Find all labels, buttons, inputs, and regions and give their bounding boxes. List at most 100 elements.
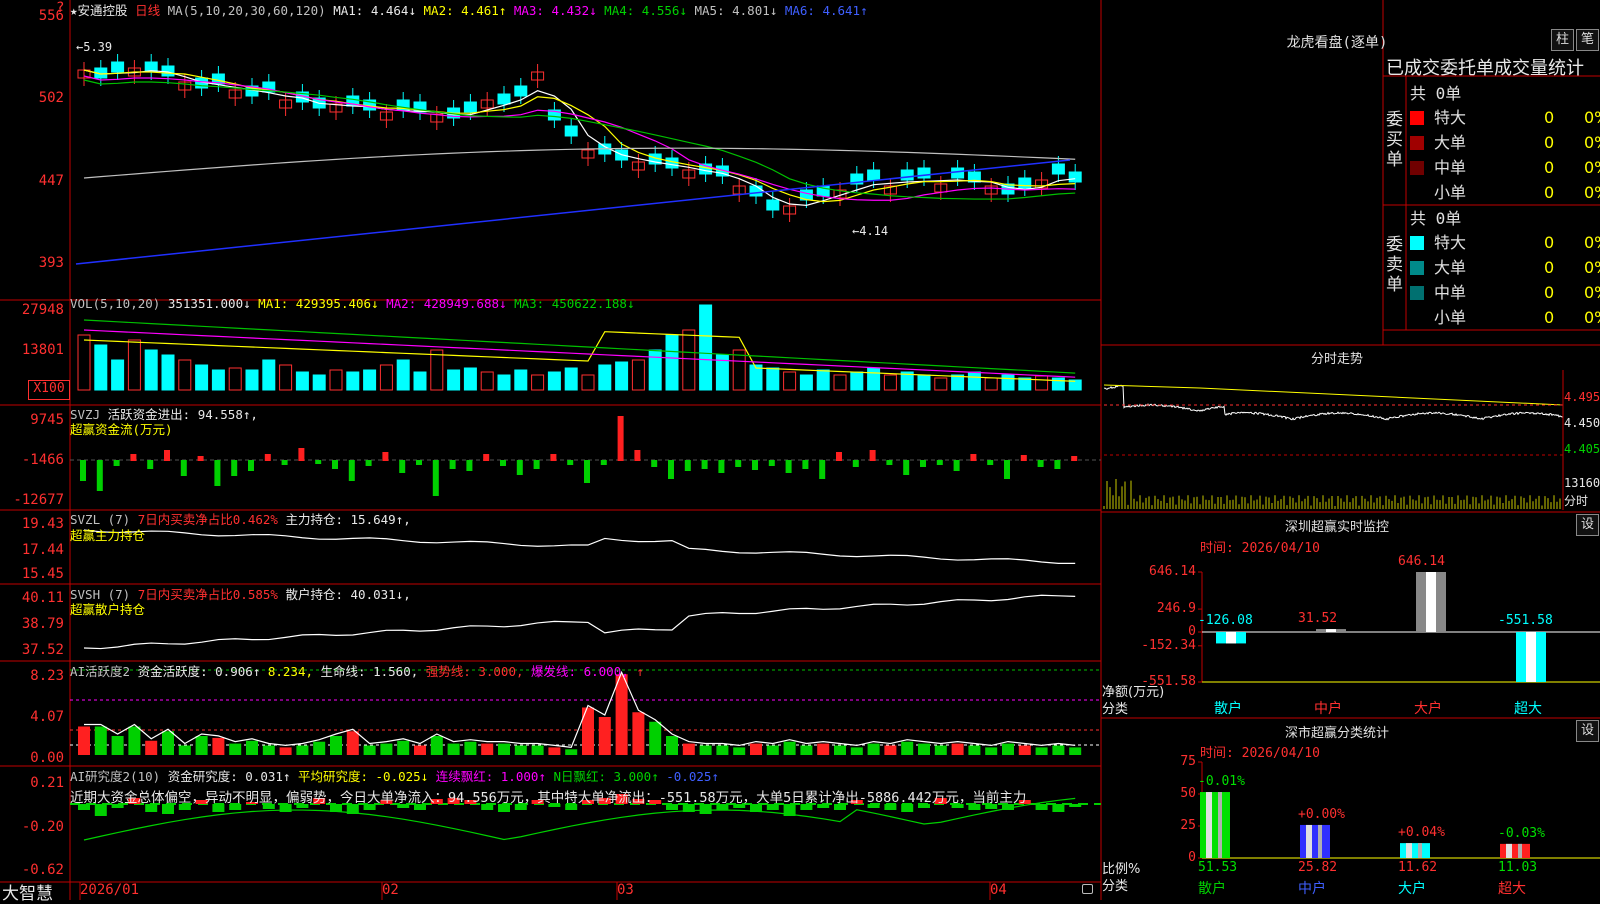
lhb-tabs[interactable]: 已成交委托单成交量统计 <box>1386 54 1584 80</box>
volume-bar <box>834 375 846 390</box>
money-flow-bar <box>248 460 254 471</box>
volume-bar <box>935 378 947 390</box>
money-flow-bar <box>500 460 506 466</box>
activity-bar <box>78 727 90 756</box>
volume-bar <box>313 375 325 390</box>
stats-xlabel: 分类 <box>1102 875 1128 894</box>
activity-bar <box>784 742 796 755</box>
ai2-tick: -0.20 <box>0 819 64 835</box>
activity-bar <box>968 746 980 756</box>
vol-tick: 27948 <box>0 302 64 318</box>
date-label: 2026/01 <box>80 882 139 898</box>
volume-bar <box>280 365 292 390</box>
money-flow-bar <box>584 460 590 483</box>
volume-bar <box>800 375 812 390</box>
volume-bar <box>448 370 460 390</box>
activity-bar <box>313 742 325 755</box>
volume-bar <box>767 368 779 390</box>
activity-bar <box>498 744 510 755</box>
money-flow-bar <box>1071 456 1077 461</box>
volume-bar <box>1002 375 1014 390</box>
order-count: 0 <box>1544 283 1584 302</box>
retail-holding-line <box>84 595 1075 648</box>
ma1-value: MA1: 4.464↓ <box>333 3 416 18</box>
money-flow-bar <box>282 460 288 465</box>
order-row: 中单 0 0% <box>1410 279 1600 303</box>
candle <box>1019 178 1031 188</box>
volume-bar <box>733 350 745 390</box>
order-type: 小单 <box>1434 179 1544 203</box>
activity-bar <box>364 746 376 756</box>
lock-icon[interactable] <box>1082 884 1093 894</box>
ai1-lifeline: 生命线: 1.560, <box>321 664 419 679</box>
stats-value-label: 11.62 <box>1398 860 1437 875</box>
monitor-category: 中户 <box>1314 698 1342 718</box>
monitor-settings-button[interactable]: 设 <box>1576 514 1599 536</box>
money-flow-bar <box>819 460 825 479</box>
order-row: 小单 0 0% <box>1410 179 1600 203</box>
money-flow-bar <box>298 448 304 461</box>
volume-bar <box>498 375 510 390</box>
stats-bar-highlight <box>1418 843 1422 858</box>
stats-title: 深市超赢分类统计 <box>1102 722 1572 741</box>
order-count: 0 <box>1544 258 1584 277</box>
stock-name[interactable]: ★安通控股 <box>70 3 128 18</box>
ai2-header: AI研究度2(10) 资金研究度: 0.031↑ 平均研究度: -0.025↓ … <box>70 766 719 785</box>
volume-bar <box>683 330 695 390</box>
money-flow-bar <box>416 460 422 465</box>
ai1-tick: 8.23 <box>0 668 64 684</box>
activity-bar <box>733 747 745 755</box>
activity-bar <box>1069 747 1081 755</box>
money-flow-bar <box>97 460 103 491</box>
money-flow-bar <box>483 454 489 461</box>
tick-view-button[interactable]: 笔 <box>1576 29 1599 51</box>
color-swatch-icon <box>1410 311 1424 325</box>
color-swatch-icon <box>1410 186 1424 200</box>
money-flow-bar <box>534 460 540 469</box>
activity-bar <box>414 746 426 756</box>
volume-bar <box>128 340 140 390</box>
stats-settings-button[interactable]: 设 <box>1576 720 1599 742</box>
activity-bar <box>246 741 258 755</box>
ai2-tick: -0.62 <box>0 862 64 878</box>
stats-bar-highlight <box>1518 844 1522 858</box>
chart-area[interactable] <box>0 0 1600 900</box>
volume-bar <box>212 370 224 390</box>
period-label[interactable]: 日线 <box>135 3 160 18</box>
activity-bar <box>145 741 157 755</box>
app-logo: 大智慧 <box>2 879 53 904</box>
money-flow-bar <box>198 456 204 461</box>
volume-bar <box>632 360 644 390</box>
volume-bar <box>347 372 359 390</box>
buy-side-label: 委买单 <box>1386 110 1404 170</box>
candle <box>565 126 577 136</box>
volume-bar <box>481 372 493 390</box>
volume-bar <box>582 375 594 390</box>
stats-bar-highlight <box>1306 825 1312 858</box>
vol-unit-label[interactable]: X100 <box>28 380 70 400</box>
money-flow-bar <box>718 460 724 473</box>
ma4-value: MA4: 4.556↓ <box>604 3 687 18</box>
ai1-tick: 4.07 <box>0 709 64 725</box>
ma-header: MA(5,10,20,30,60,120) <box>168 3 326 18</box>
activity-bar <box>280 747 292 755</box>
svsh-ratio: 7日内买卖净占比0.585% <box>138 587 278 602</box>
money-flow-bar <box>399 460 405 473</box>
price-tick: 393 <box>0 255 64 271</box>
lhb-title: 龙虎看盘(逐单) <box>1102 32 1572 52</box>
activity-bar <box>1002 744 1014 755</box>
bar-view-button[interactable]: 柱 <box>1551 29 1574 51</box>
volume-bar <box>565 368 577 390</box>
vol-tick: 13801 <box>0 342 64 358</box>
color-swatch-icon <box>1410 286 1424 300</box>
vol-ma2: MA2: 428949.688↓ <box>386 296 506 311</box>
stats-tick: 75 <box>1150 754 1196 769</box>
ai1-tick: 0.00 <box>0 750 64 766</box>
vol-header: VOL(5,10,20) 351351.000↓ MA1: 429395.406… <box>70 296 635 311</box>
intraday-price-high: 4.495 <box>1564 390 1600 404</box>
svsh-tick: 37.52 <box>0 642 64 658</box>
activity-bar <box>481 744 493 755</box>
money-flow-bar <box>1054 460 1060 469</box>
money-flow-bar <box>433 460 439 496</box>
activity-bar <box>330 736 342 755</box>
